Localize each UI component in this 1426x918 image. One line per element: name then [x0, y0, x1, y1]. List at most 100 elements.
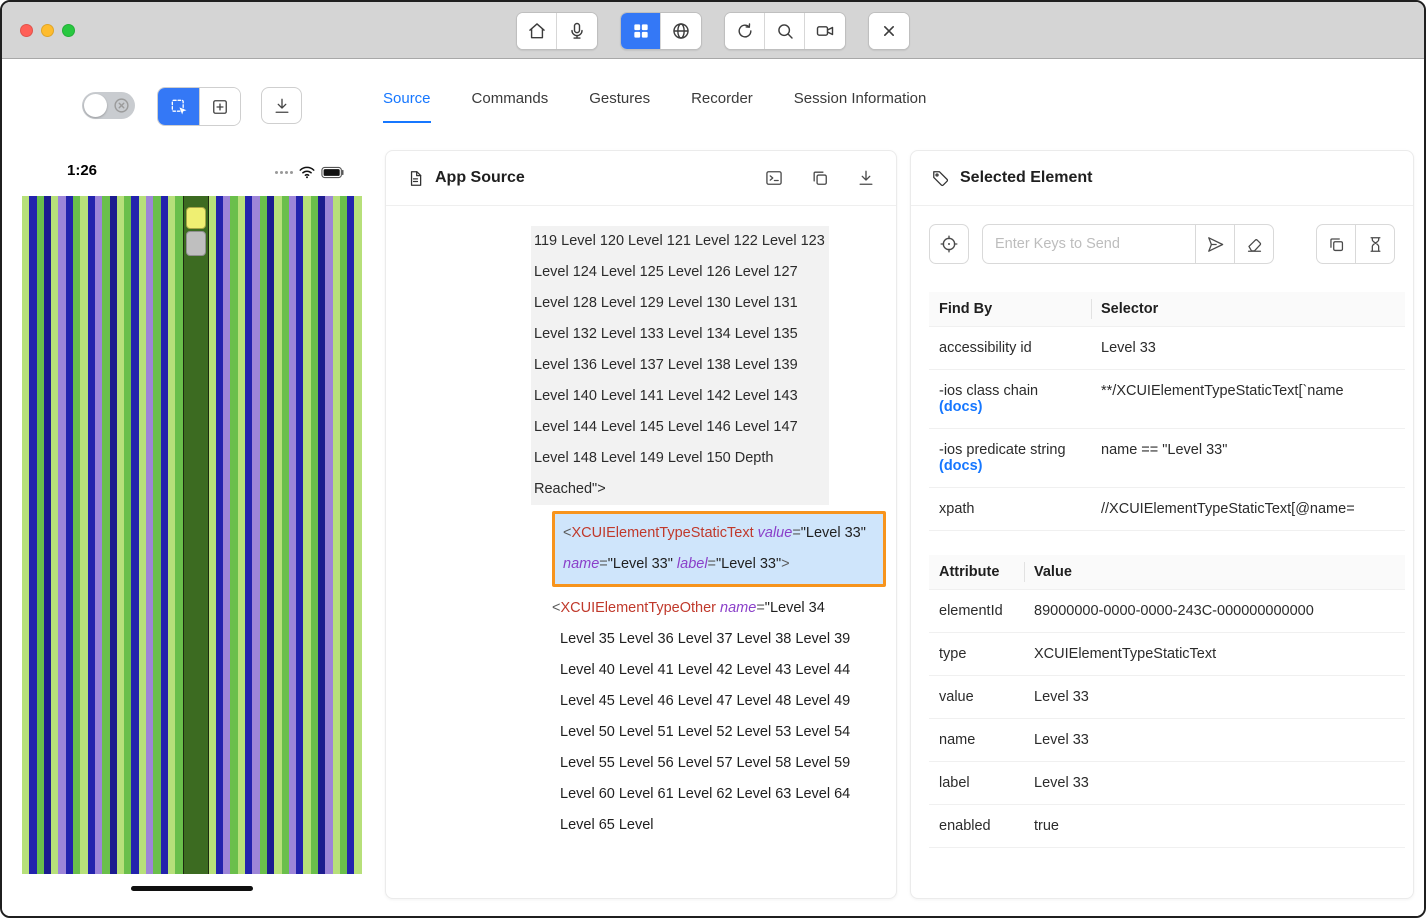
send-icon — [1206, 235, 1225, 254]
attribute-header-cell: Attribute — [929, 555, 1024, 589]
quit-session-button[interactable] — [869, 13, 909, 49]
locate-element-button[interactable] — [929, 224, 969, 264]
stripe — [95, 196, 102, 874]
screenshot-interaction-toggle[interactable] — [82, 92, 135, 119]
attribute-row: labelLevel 33 — [929, 762, 1405, 805]
stripe — [354, 196, 361, 874]
minimize-window-button[interactable] — [41, 24, 54, 37]
select-elements-button[interactable] — [158, 88, 199, 125]
main-toolbar — [516, 12, 910, 50]
stripe — [260, 196, 267, 874]
game-stripes — [22, 196, 362, 874]
attribute-name: elementId — [929, 590, 1024, 632]
attribute-name: enabled — [929, 805, 1024, 847]
stripe — [153, 196, 160, 874]
swipe-coordinates-button[interactable] — [199, 88, 240, 125]
download-icon — [272, 96, 292, 116]
send-keys-input[interactable] — [982, 224, 1196, 264]
app-window: 1:26 Source Commands Gestures Recorder Sessi… — [0, 0, 1426, 918]
stripe — [245, 196, 252, 874]
home-button[interactable] — [517, 13, 557, 49]
send-keys-group — [982, 224, 1274, 264]
microphone-button[interactable] — [557, 13, 597, 49]
docs-link[interactable]: (docs) — [939, 458, 1081, 474]
stripe — [325, 196, 332, 874]
wifi-icon — [298, 165, 316, 179]
toggle-attributes-button[interactable] — [764, 168, 784, 188]
source-next-element[interactable]: <XCUIElementTypeOther name="Level 34 Lev… — [552, 593, 852, 841]
download-screenshot-button[interactable] — [261, 87, 302, 124]
app-grid-button[interactable] — [621, 13, 661, 49]
select-cursor-icon — [169, 97, 189, 117]
attribute-name: value — [929, 676, 1024, 718]
stripe — [340, 196, 347, 874]
attribute-row: nameLevel 33 — [929, 719, 1405, 762]
selector-value: name == "Level 33" — [1091, 429, 1405, 487]
stripe — [267, 196, 274, 874]
tab-commands[interactable]: Commands — [472, 90, 549, 123]
selector-value: //XCUIElementTypeStaticText[@name= — [1091, 488, 1405, 530]
app-source-header: App Source — [386, 151, 896, 206]
home-icon — [527, 21, 547, 41]
source-parent-text[interactable]: 119 Level 120 Level 121 Level 122 Level … — [531, 226, 829, 505]
stripe — [88, 196, 95, 874]
app-grid-icon — [631, 21, 651, 41]
microphone-icon — [567, 21, 587, 41]
attribute-table-body: elementId89000000-0000-0000-243C-0000000… — [929, 590, 1405, 848]
copy-attributes-button[interactable] — [1316, 224, 1356, 264]
download-icon — [856, 168, 876, 188]
find-by-row: -ios predicate string(docs)name == "Leve… — [929, 429, 1405, 488]
stripe — [110, 196, 117, 874]
search-icon — [775, 21, 795, 41]
attribute-row: typeXCUIElementTypeStaticText — [929, 633, 1405, 676]
element-actions — [911, 206, 1413, 264]
copy-icon — [1327, 235, 1346, 254]
stripe — [333, 196, 340, 874]
tab-gestures[interactable]: Gestures — [589, 90, 650, 123]
tab-source[interactable]: Source — [383, 90, 431, 123]
terminal-icon — [764, 168, 784, 188]
stripe — [223, 196, 230, 874]
screen-record-button[interactable] — [805, 13, 845, 49]
clear-element-button[interactable] — [1234, 224, 1274, 264]
tab-recorder[interactable]: Recorder — [691, 90, 753, 123]
tab-session-information[interactable]: Session Information — [794, 90, 927, 123]
device-screenshot[interactable]: 1:26 — [22, 152, 362, 900]
close-circle-icon — [113, 97, 130, 114]
plus-square-icon — [210, 97, 230, 117]
send-keys-button[interactable] — [1195, 224, 1235, 264]
window-titlebar — [2, 2, 1424, 59]
content-area: 1:26 Source Commands Gestures Recorder Sessi… — [2, 59, 1424, 916]
globe-button[interactable] — [661, 13, 701, 49]
stripe — [216, 196, 223, 874]
stripe — [274, 196, 281, 874]
refresh-button[interactable] — [725, 13, 765, 49]
stripe — [238, 196, 245, 874]
stripe — [161, 196, 168, 874]
screenshot-mode-group — [157, 87, 241, 126]
stripe — [139, 196, 146, 874]
copy-source-button[interactable] — [810, 168, 830, 188]
get-timing-button[interactable] — [1355, 224, 1395, 264]
cellular-dots-icon — [275, 171, 293, 174]
toggle-knob — [84, 94, 107, 117]
stripe — [252, 196, 259, 874]
search-button[interactable] — [765, 13, 805, 49]
selected-element-panel: Selected Element — [910, 150, 1414, 899]
toolbar-group-close — [868, 12, 910, 50]
download-source-button[interactable] — [856, 168, 876, 188]
selector-header-cell: Selector — [1091, 292, 1405, 326]
stripe — [124, 196, 131, 874]
find-by-table-body: accessibility idLevel 33-ios class chain… — [929, 327, 1405, 531]
zoom-window-button[interactable] — [62, 24, 75, 37]
traffic-lights — [20, 24, 75, 37]
find-by-row: xpath//XCUIElementTypeStaticText[@name= — [929, 488, 1405, 531]
source-selected-element[interactable]: <XCUIElementTypeStaticText value="Level … — [552, 511, 886, 587]
player-block-bottom — [186, 231, 206, 256]
close-window-button[interactable] — [20, 24, 33, 37]
docs-link[interactable]: (docs) — [939, 399, 1081, 415]
stripe — [117, 196, 124, 874]
file-text-icon — [406, 169, 425, 188]
find-by-table-header: Find By Selector — [929, 292, 1405, 327]
stripe — [282, 196, 289, 874]
